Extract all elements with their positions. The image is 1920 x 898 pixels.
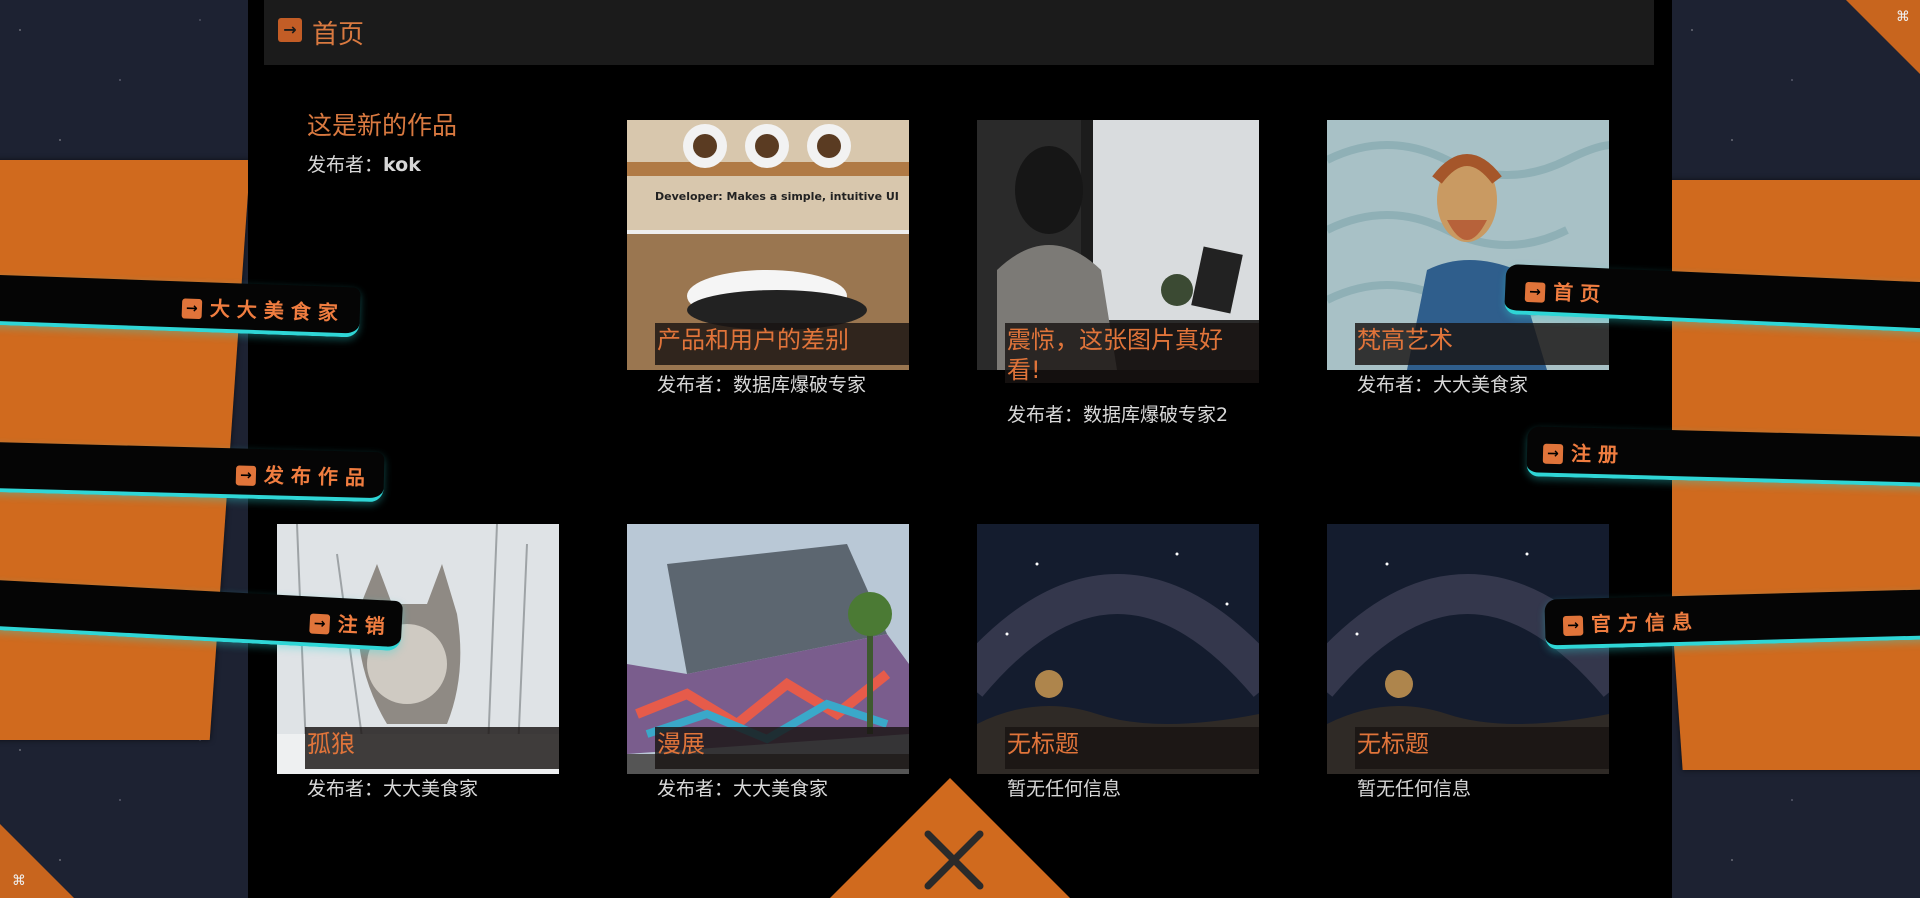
work-title[interactable]: 产品和用户的差别 [657, 325, 905, 355]
arrow-right-square-icon: → [278, 18, 302, 42]
arrow-right-square-icon: → [1542, 443, 1564, 465]
work-publisher: 发布者：大大美食家 [1357, 374, 1529, 396]
arrow-right-square-icon: → [235, 465, 257, 486]
grid-icon: ⌘ [12, 873, 26, 889]
work-info: 暂无任何信息 [1357, 778, 1472, 800]
page-title[interactable]: 首页 [312, 14, 364, 51]
featured-publisher: 发布者：kok [307, 154, 421, 176]
work-title[interactable]: 震惊，这张图片真好看! [1007, 325, 1255, 385]
work-publisher: 发布者：数据库爆破专家2 [1007, 404, 1229, 426]
work-publisher: 发布者：大大美食家 [307, 778, 479, 800]
thumbnail-caption: Developer: Makes a simple, intuitive UI [655, 190, 899, 203]
arrow-right-square-icon: → [1524, 281, 1546, 303]
nav-publish-work[interactable]: → 发布作品 [0, 441, 385, 503]
top-header: → 首页 [264, 0, 1654, 65]
featured-work[interactable]: 这是新的作品 发布者：kok [307, 106, 457, 177]
arrow-right-square-icon: → [309, 613, 331, 635]
work-title[interactable]: 孤狼 [307, 729, 555, 759]
work-title[interactable]: 漫展 [657, 729, 905, 759]
close-icon [924, 830, 984, 890]
work-publisher: 发布者：数据库爆破专家 [657, 374, 867, 396]
arrow-right-square-icon: → [1562, 615, 1584, 637]
work-title[interactable]: 梵高艺术 [1357, 325, 1605, 355]
nav-register[interactable]: → 注册 [1526, 426, 1920, 488]
close-button[interactable] [830, 778, 1070, 898]
work-publisher: 发布者：大大美食家 [657, 778, 829, 800]
arrow-right-square-icon: → [181, 298, 203, 320]
nav-official-info[interactable]: → 官方信息 [1544, 588, 1920, 650]
work-title[interactable]: 无标题 [1357, 729, 1605, 759]
grid-icon: ⌘ [1896, 9, 1910, 25]
featured-title[interactable]: 这是新的作品 [307, 106, 457, 142]
work-title[interactable]: 无标题 [1007, 729, 1255, 759]
